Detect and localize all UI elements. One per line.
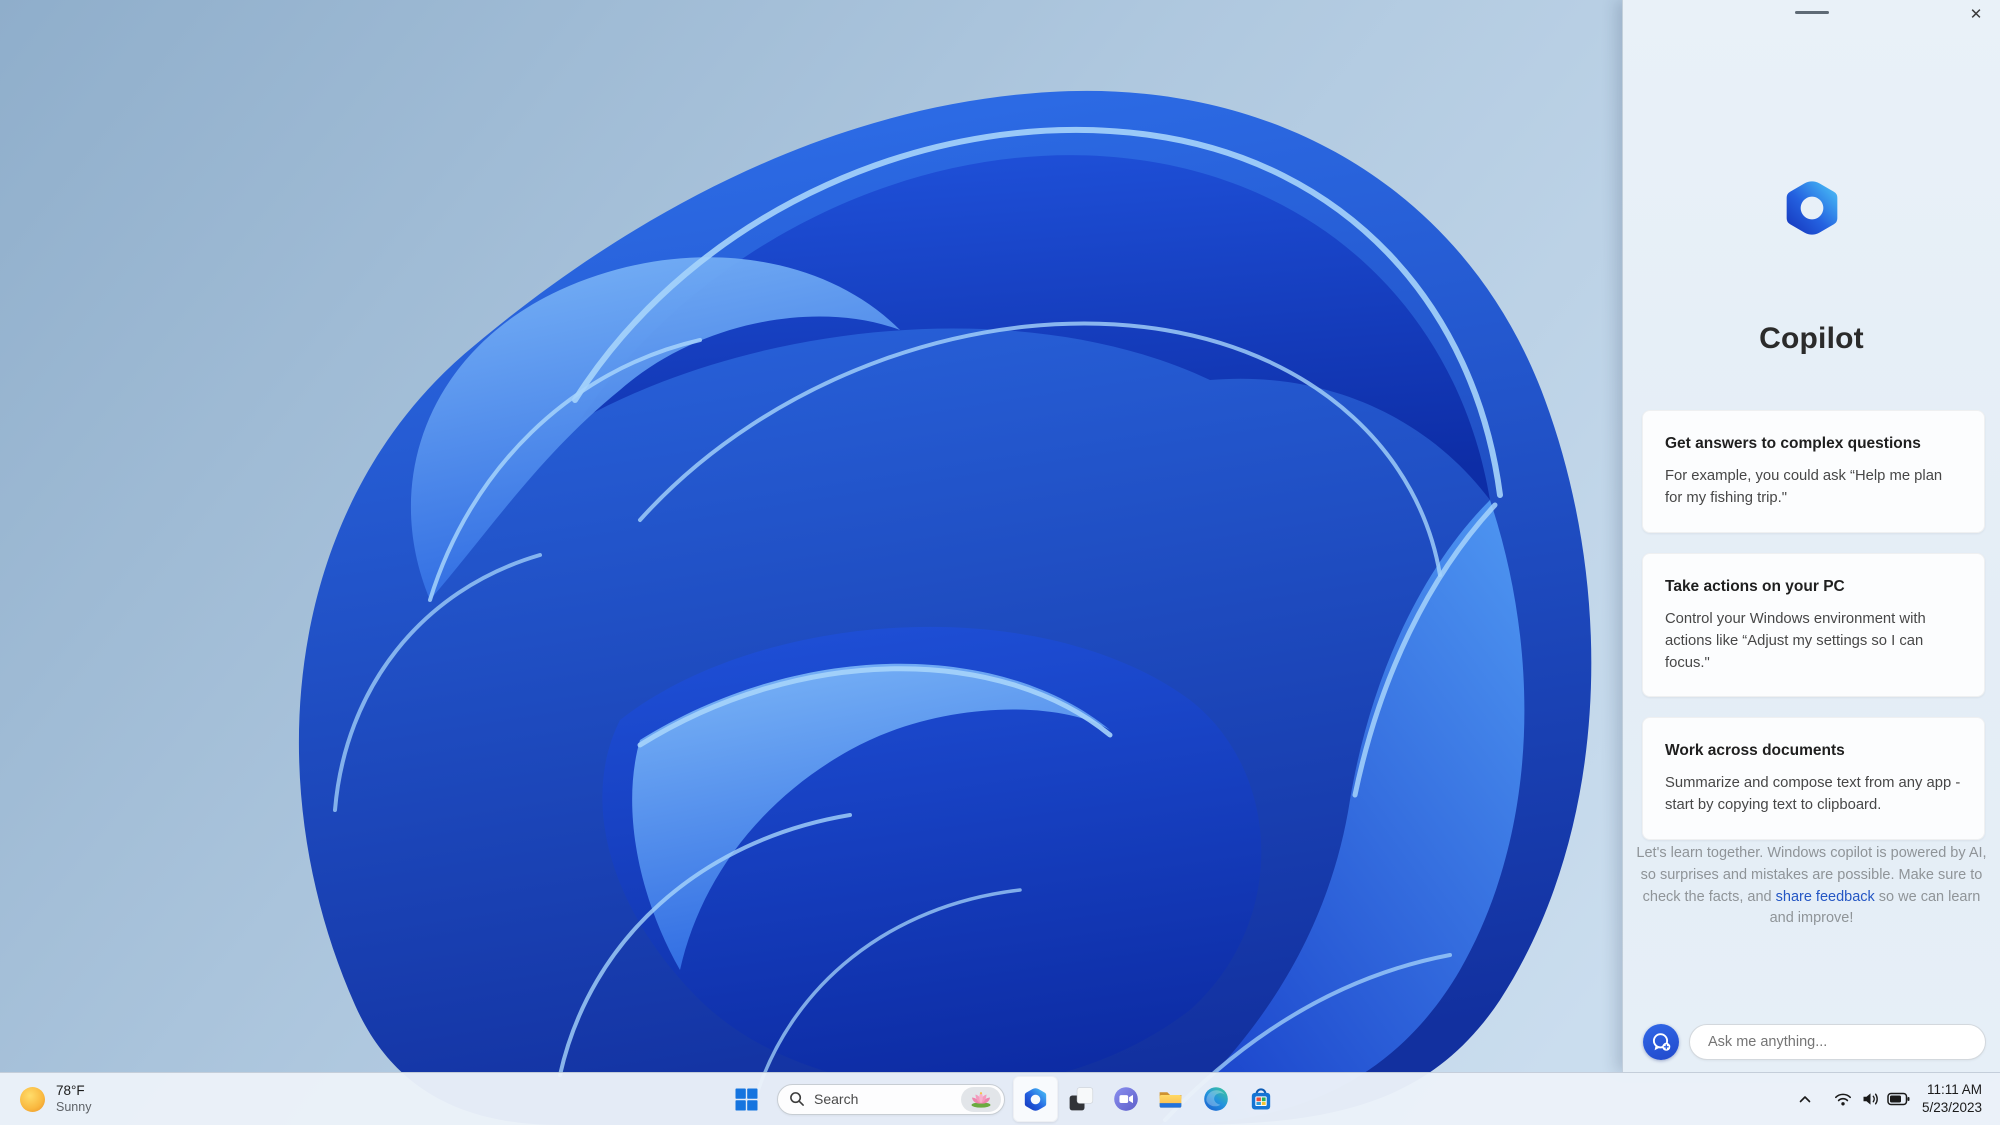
hidden-icons-button[interactable] <box>1792 1079 1818 1119</box>
chevron-up-icon <box>1799 1096 1811 1103</box>
card-work-across-documents[interactable]: Work across documents Summarize and comp… <box>1642 717 1985 841</box>
new-chat-icon <box>1652 1033 1671 1051</box>
network-volume-battery-button[interactable] <box>1830 1091 1912 1107</box>
desktop: ✕ Copilot Get answers to complex questio… <box>0 0 2000 1125</box>
start-button[interactable] <box>723 1076 769 1122</box>
copilot-title: Copilot <box>1759 322 1864 355</box>
close-icon[interactable]: ✕ <box>1964 2 1988 26</box>
new-chat-button[interactable] <box>1643 1024 1679 1060</box>
card-title: Take actions on your PC <box>1665 577 1845 595</box>
clock-date: 5/23/2023 <box>1921 1100 1982 1115</box>
taskbar-edge-button[interactable] <box>1193 1076 1238 1122</box>
chat-input-row <box>1643 1024 1986 1060</box>
taskbar: 78°F Sunny Search 11:11 AM 5/23/2023 <box>0 1072 2000 1125</box>
battery-icon <box>1887 1092 1910 1106</box>
weather-temperature: 78°F <box>56 1083 85 1099</box>
weather-condition: Sunny <box>56 1099 92 1114</box>
copilot-icon <box>1022 1086 1049 1113</box>
microsoft-store-icon <box>1251 1088 1270 1110</box>
taskbar-store-button[interactable] <box>1238 1076 1283 1122</box>
ai-disclaimer: Let's learn together. Windows copilot is… <box>1636 843 1988 930</box>
chat-video-icon <box>1113 1087 1138 1111</box>
suggestion-cards: Get answers to complex questions For exa… <box>1642 410 1985 841</box>
edge-browser-icon <box>1203 1087 1228 1111</box>
copilot-panel-header: ✕ <box>1623 0 2000 26</box>
card-body: Summarize and compose text from any app … <box>1665 775 1961 814</box>
card-take-actions[interactable]: Take actions on your PC Control your Win… <box>1642 552 1985 698</box>
taskbar-search-box[interactable] <box>777 1083 1005 1115</box>
file-explorer-icon <box>1159 1091 1182 1108</box>
card-title: Work across documents <box>1665 742 1845 760</box>
clock-time: 11:11 AM <box>1926 1082 1982 1098</box>
lotus-flower-icon <box>971 1091 991 1108</box>
card-title: Get answers to complex questions <box>1665 435 1921 452</box>
search-icon <box>790 1092 804 1106</box>
card-complex-questions[interactable]: Get answers to complex questions For exa… <box>1642 410 1985 533</box>
search-highlight-button[interactable] <box>961 1086 1001 1112</box>
volume-icon <box>1863 1093 1878 1105</box>
windows-logo-icon <box>735 1088 757 1110</box>
task-view-icon <box>1069 1087 1093 1111</box>
wifi-icon <box>1834 1093 1851 1106</box>
taskbar-copilot-button[interactable] <box>1013 1076 1058 1122</box>
sun-icon <box>20 1086 45 1112</box>
taskbar-chat-button[interactable] <box>1103 1076 1148 1122</box>
share-feedback-link[interactable]: share feedback <box>1776 889 1875 905</box>
ask-me-anything-input[interactable] <box>1689 1024 1986 1060</box>
system-tray: 11:11 AM 5/23/2023 <box>1792 1073 2000 1125</box>
card-body: Control your Windows environment with ac… <box>1665 610 1926 671</box>
copilot-panel: ✕ Copilot Get answers to complex questio… <box>1622 0 2000 1072</box>
taskbar-center <box>723 1073 1283 1125</box>
taskbar-task-view-button[interactable] <box>1058 1076 1103 1122</box>
weather-widget[interactable]: 78°F Sunny <box>13 1073 97 1125</box>
minimize-icon[interactable] <box>1794 11 1829 14</box>
search-input[interactable] <box>814 1091 961 1107</box>
copilot-logo-icon <box>1780 176 1844 240</box>
clock[interactable]: 11:11 AM 5/23/2023 <box>1922 1081 1982 1116</box>
card-body: For example, you could ask “Help me plan… <box>1665 468 1943 506</box>
taskbar-file-explorer-button[interactable] <box>1148 1076 1193 1122</box>
